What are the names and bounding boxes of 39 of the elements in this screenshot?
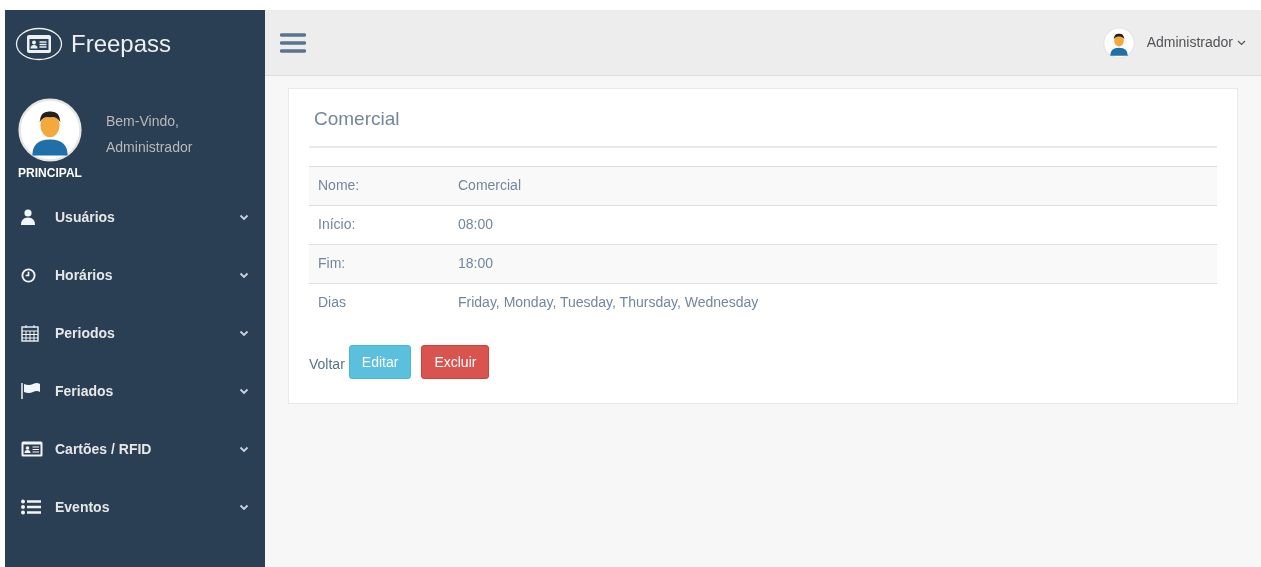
field-value: 08:00 <box>449 205 1217 244</box>
field-value: Comercial <box>449 166 1217 205</box>
chevron-down-icon <box>239 445 249 453</box>
delete-button[interactable]: Excluir <box>421 345 490 379</box>
welcome-text: Bem-Vindo, <box>106 112 180 131</box>
flag-icon <box>21 383 41 399</box>
calendar-icon <box>21 324 39 342</box>
chevron-down-icon <box>1237 39 1246 46</box>
id-card-logo-icon <box>15 27 63 61</box>
list-icon <box>21 499 41 515</box>
id-card-icon <box>21 441 43 457</box>
field-value: 18:00 <box>449 244 1217 283</box>
field-value: Friday, Monday, Tuesday, Thursday, Wednesday <box>449 283 1217 322</box>
back-link[interactable]: Voltar <box>309 354 345 375</box>
chevron-down-icon <box>239 271 249 279</box>
clock-icon <box>21 267 36 283</box>
avatar-icon <box>18 98 82 162</box>
nav-item[interactable]: Eventos <box>5 478 265 536</box>
nav-item[interactable]: Periodos <box>5 304 265 362</box>
panel-title: Comercial <box>309 105 1217 148</box>
field-label: Início: <box>309 205 449 244</box>
nav-item[interactable]: Cartões / RFID <box>5 420 265 478</box>
chevron-down-icon <box>239 213 249 221</box>
nav-item[interactable]: Usuários <box>5 188 265 246</box>
field-label: Dias <box>309 283 449 322</box>
chevron-down-icon <box>239 503 249 511</box>
chevron-down-icon <box>239 387 249 395</box>
nav-item[interactable]: Horários <box>5 246 265 304</box>
brand-name: Freepass <box>71 29 172 59</box>
field-label: Fim: <box>309 244 449 283</box>
avatar-icon <box>1102 26 1135 59</box>
nav-item[interactable]: Feriados <box>5 362 265 420</box>
chevron-down-icon <box>239 329 249 337</box>
field-label: Nome: <box>309 166 449 205</box>
user-menu[interactable]: Administrador <box>1146 32 1246 53</box>
user-icon <box>21 209 35 225</box>
user-name: Administrador <box>106 138 193 157</box>
menu-icon[interactable] <box>280 31 306 54</box>
section-title: PRINCIPAL <box>18 165 82 182</box>
